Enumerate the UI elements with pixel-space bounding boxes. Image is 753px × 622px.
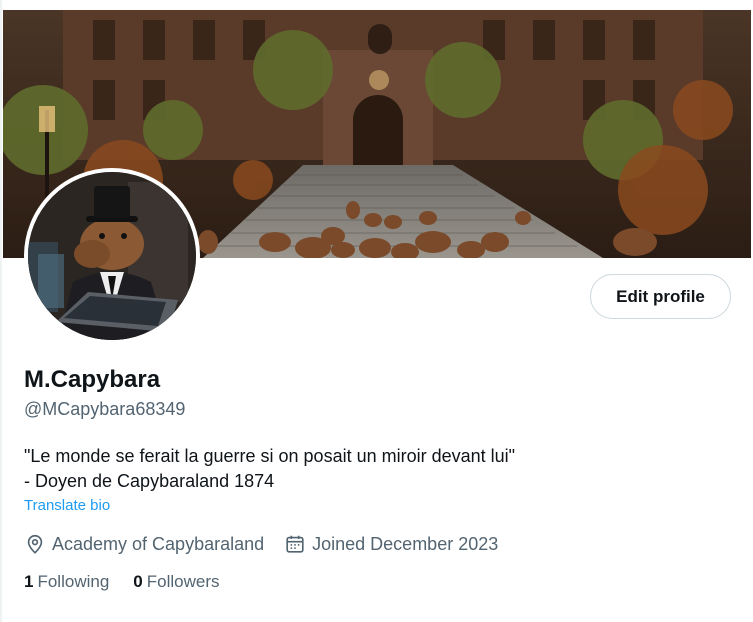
- followers-count: 0: [133, 572, 143, 591]
- follow-stats: 1 Following 0 Followers: [24, 572, 220, 592]
- calendar-icon: [284, 533, 306, 555]
- followers-link[interactable]: 0 Followers: [133, 572, 219, 592]
- left-divider: [0, 0, 2, 622]
- location-pin-icon: [24, 533, 46, 555]
- profile-bio: "Le monde se ferait la guerre si on posa…: [24, 444, 515, 494]
- top-strip: [0, 0, 753, 10]
- profile-name: M.Capybara: [24, 366, 161, 393]
- following-label: Following: [37, 572, 110, 591]
- profile-avatar[interactable]: [24, 168, 200, 344]
- bio-line: - Doyen de Capybaraland 1874: [24, 471, 275, 491]
- edit-profile-button[interactable]: Edit profile: [590, 274, 731, 319]
- location-text: Academy of Capybaraland: [52, 533, 265, 554]
- bio-line: "Le monde se ferait la guerre si on posa…: [24, 446, 516, 466]
- followers-label: Followers: [146, 572, 220, 591]
- following-link[interactable]: 1 Following: [24, 572, 109, 592]
- profile-joined: Joined December 2023: [284, 533, 498, 555]
- following-count: 1: [24, 572, 34, 591]
- edit-profile-label: Edit profile: [616, 286, 705, 306]
- profile-page: Edit profile M.Capybara @MCapybara68349 …: [0, 0, 753, 622]
- profile-meta: Academy of Capybaraland Joined December …: [24, 532, 498, 556]
- profile-handle: @MCapybara68349: [24, 399, 186, 419]
- joined-text: Joined December 2023: [312, 533, 499, 554]
- translate-bio-link[interactable]: Translate bio: [24, 497, 110, 514]
- profile-location: Academy of Capybaraland: [24, 533, 264, 555]
